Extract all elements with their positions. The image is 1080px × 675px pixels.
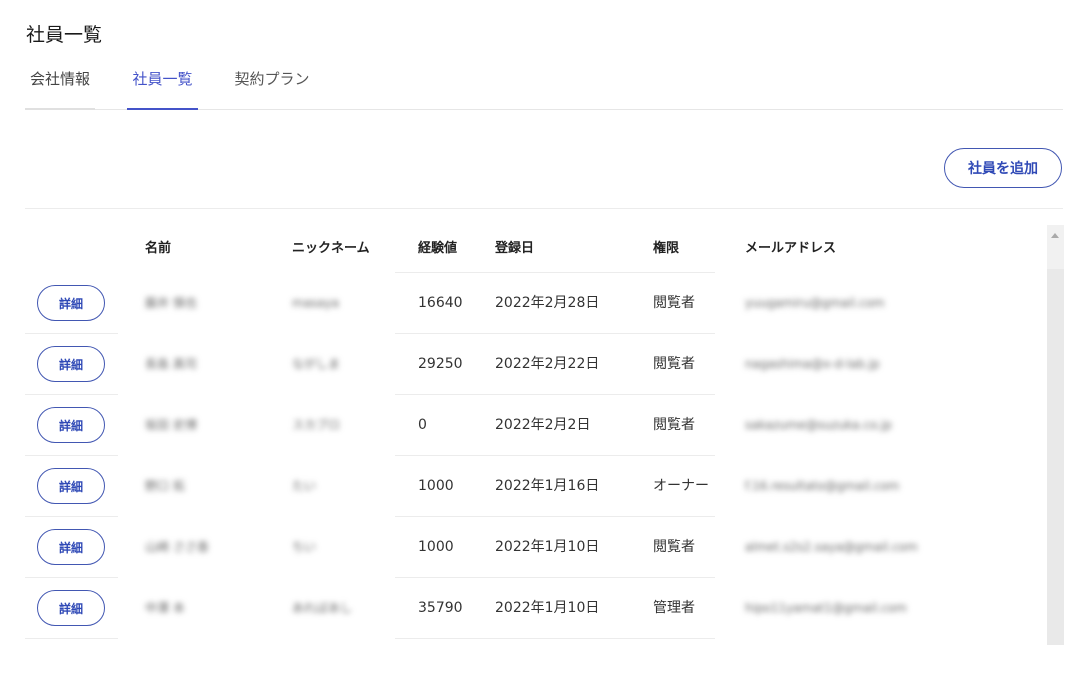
- employee-nickname: ながしま: [292, 357, 341, 371]
- divider: [25, 208, 1063, 209]
- column-header-name: 名前: [145, 241, 172, 256]
- employee-name: 藤井 慎也: [145, 296, 197, 310]
- employee-exp: 29250: [418, 356, 463, 372]
- page-title: 社員一覧: [26, 24, 103, 46]
- detail-button[interactable]: 詳細: [37, 407, 105, 443]
- tab-company-info[interactable]: 会社情報: [25, 60, 95, 110]
- detail-button[interactable]: 詳細: [37, 285, 105, 321]
- employee-registered-date: 2022年1月10日: [495, 539, 600, 555]
- table-row: 詳細 長島 真司 ながしま 29250 2022年2月22日 閲覧者 nagas…: [25, 334, 1047, 395]
- employee-nickname: たい: [292, 479, 317, 493]
- employee-email: sakazume@suzuka.co.jp: [745, 418, 892, 432]
- employee-registered-date: 2022年2月22日: [495, 356, 600, 372]
- employee-role: 閲覧者: [653, 539, 695, 555]
- column-header-role: 権限: [653, 241, 680, 256]
- employee-registered-date: 2022年2月2日: [495, 417, 591, 433]
- employee-nickname: あればあし: [292, 601, 353, 615]
- employee-exp: 0: [418, 417, 427, 433]
- table-row: 詳細 中澤 本 あればあし 35790 2022年1月10日 管理者 hipo1…: [25, 578, 1047, 639]
- employee-role: オーナー: [653, 478, 709, 494]
- employee-nickname: スカブロ: [292, 418, 341, 432]
- table-header: 名前 ニックネーム 経験値 登録日 権限 メールアドレス: [25, 225, 1047, 273]
- column-header-exp: 経験値: [418, 241, 458, 256]
- employee-exp: 1000: [418, 478, 454, 494]
- detail-button[interactable]: 詳細: [37, 529, 105, 565]
- detail-button[interactable]: 詳細: [37, 468, 105, 504]
- employee-email: yuugamiru@gmail.com: [745, 296, 885, 310]
- scroll-up-arrow-icon[interactable]: [1051, 233, 1059, 238]
- employee-role: 閲覧者: [653, 356, 695, 372]
- employee-exp: 35790: [418, 600, 463, 616]
- employee-name: 中澤 本: [145, 601, 185, 615]
- employee-email: f.16.resultato@gmail.com: [745, 479, 900, 493]
- vertical-scrollbar[interactable]: [1047, 225, 1064, 645]
- employee-email: almet.s2s2.saya@gmail.com: [745, 540, 918, 554]
- employee-exp: 16640: [418, 295, 463, 311]
- employee-name: 山崎 ささ香: [145, 540, 209, 554]
- employee-registered-date: 2022年1月10日: [495, 600, 600, 616]
- tab-bar: 会社情報 社員一覧 契約プラン: [25, 60, 1063, 110]
- table-row: 詳細 藤井 慎也 masaya 16640 2022年2月28日 閲覧者 yuu…: [25, 273, 1047, 334]
- employee-nickname: masaya: [292, 296, 340, 310]
- add-employee-button[interactable]: 社員を追加: [944, 148, 1062, 188]
- employee-nickname: ちい: [292, 540, 317, 554]
- employee-table: 名前 ニックネーム 経験値 登録日 権限 メールアドレス 詳細 藤井 慎也 ma…: [25, 225, 1047, 645]
- employee-list-page: 社員一覧 会社情報 社員一覧 契約プラン 社員を追加 名前 ニックネーム 経験値…: [0, 0, 1080, 675]
- employee-email: nagashima@x-d-lab.jp: [745, 357, 880, 371]
- employee-role: 管理者: [653, 600, 695, 616]
- employee-name: 野口 拓: [145, 479, 185, 493]
- employee-role: 閲覧者: [653, 295, 695, 311]
- employee-registered-date: 2022年1月16日: [495, 478, 600, 494]
- employee-registered-date: 2022年2月28日: [495, 295, 600, 311]
- column-header-nickname: ニックネーム: [292, 241, 370, 256]
- employee-name: 坂田 史博: [145, 418, 197, 432]
- column-header-email: メールアドレス: [745, 241, 837, 256]
- tab-employee-list[interactable]: 社員一覧: [127, 60, 198, 110]
- table-row: 詳細 野口 拓 たい 1000 2022年1月16日 オーナー f.16.res…: [25, 456, 1047, 517]
- employee-role: 閲覧者: [653, 417, 695, 433]
- table-row: 詳細 山崎 ささ香 ちい 1000 2022年1月10日 閲覧者 almet.s…: [25, 517, 1047, 578]
- employee-exp: 1000: [418, 539, 454, 555]
- scrollbar-thumb[interactable]: [1047, 269, 1064, 645]
- detail-button[interactable]: 詳細: [37, 590, 105, 626]
- table-row: 詳細 坂田 史博 スカブロ 0 2022年2月2日 閲覧者 sakazume@s…: [25, 395, 1047, 456]
- employee-name: 長島 真司: [145, 357, 197, 371]
- tab-contract-plan[interactable]: 契約プラン: [231, 60, 313, 108]
- detail-button[interactable]: 詳細: [37, 346, 105, 382]
- employee-email: hipo11yamat1@gmail.com: [745, 601, 907, 615]
- column-header-date: 登録日: [495, 241, 535, 256]
